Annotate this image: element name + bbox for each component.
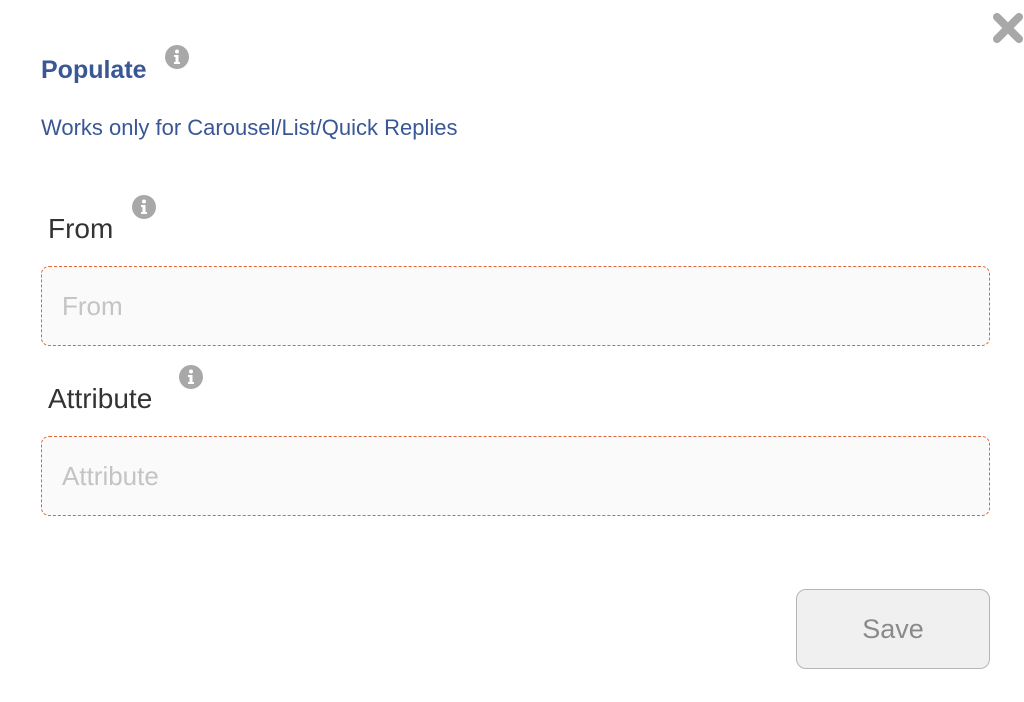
from-label: From (48, 213, 114, 244)
close-icon (993, 13, 1023, 43)
attribute-label: Attribute (48, 383, 153, 414)
from-input[interactable] (41, 266, 990, 346)
info-icon[interactable] (165, 45, 189, 69)
dialog-title: Populate (41, 56, 147, 84)
attribute-input[interactable] (41, 436, 990, 516)
info-icon[interactable] (179, 365, 203, 389)
populate-dialog: Populate Works only for Carousel/List/Qu… (0, 0, 1024, 702)
save-button[interactable]: Save (796, 589, 990, 669)
close-button[interactable] (990, 10, 1024, 46)
dialog-subtitle: Works only for Carousel/List/Quick Repli… (41, 115, 458, 140)
info-icon[interactable] (132, 195, 156, 219)
